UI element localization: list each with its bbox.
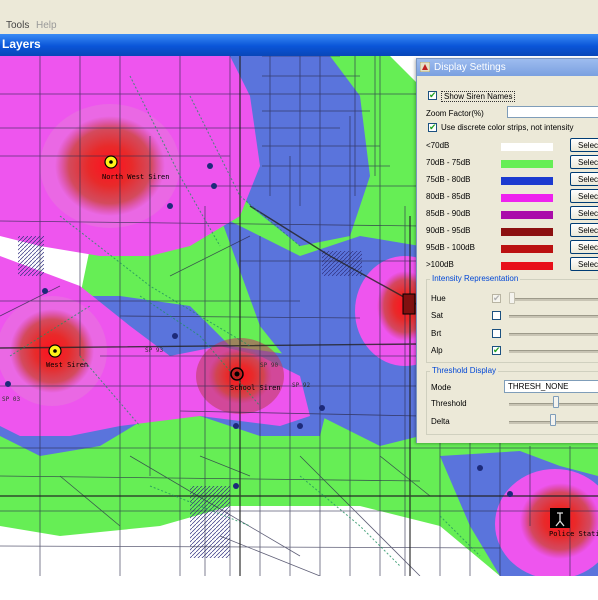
display-settings-dialog: Display Settings ✔ Show Siren Names Zoom… bbox=[416, 58, 598, 443]
hue-slider-thumb[interactable] bbox=[509, 292, 515, 304]
select-color-button[interactable]: Select bbox=[570, 240, 598, 254]
layers-window-titlebar: Layers bbox=[0, 34, 598, 56]
check-mark-icon: ✔ bbox=[429, 122, 437, 132]
strip-swatch-70-75 bbox=[501, 160, 553, 168]
siren-marker-west[interactable] bbox=[48, 344, 62, 358]
strip-label: >100dB bbox=[426, 260, 454, 269]
road-label: SP 90 bbox=[260, 362, 279, 369]
siren-label-police: Police Station bbox=[549, 530, 598, 538]
threshold-slider-thumb[interactable] bbox=[553, 396, 559, 408]
alp-checkbox[interactable]: ✔ bbox=[492, 345, 501, 355]
hue-label: Hue bbox=[431, 294, 446, 303]
road-label: SP 92 bbox=[292, 382, 311, 389]
siren-label-school: School Siren bbox=[230, 384, 281, 392]
select-color-button[interactable]: Select bbox=[570, 189, 598, 203]
menu-help[interactable]: Help bbox=[36, 20, 57, 31]
show-siren-names-checkbox[interactable]: ✔ bbox=[428, 90, 437, 100]
sat-label: Sat bbox=[431, 311, 444, 320]
select-color-button[interactable]: Select bbox=[570, 257, 598, 271]
delta-slider-thumb[interactable] bbox=[550, 414, 556, 426]
strip-swatch-75-80 bbox=[501, 177, 553, 185]
hue-checkbox[interactable]: ✔ bbox=[492, 293, 501, 303]
siren-label-north-west: North West Siren bbox=[102, 173, 170, 181]
strip-label: 90dB - 95dB bbox=[426, 226, 471, 235]
sat-slider-track[interactable] bbox=[509, 315, 598, 318]
strip-swatch-80-85 bbox=[501, 194, 553, 202]
mode-label: Mode bbox=[431, 383, 452, 392]
hue-slider-track[interactable] bbox=[509, 298, 598, 301]
threshold-group-title: Threshold Display bbox=[430, 366, 499, 375]
sat-checkbox[interactable] bbox=[492, 311, 501, 320]
zoom-factor-label: Zoom Factor(%) bbox=[426, 109, 484, 118]
road-label: SP 93 bbox=[145, 347, 164, 354]
discrete-strips-label: Use discrete color strips, not intensity bbox=[441, 123, 574, 132]
strip-swatch-85-90 bbox=[501, 211, 553, 219]
strip-label: 95dB - 100dB bbox=[426, 243, 475, 252]
road-label: SP 03 bbox=[2, 396, 21, 403]
select-color-button[interactable]: Select bbox=[570, 206, 598, 220]
threshold-label: Threshold bbox=[431, 399, 467, 408]
strip-swatch-95-100 bbox=[501, 245, 553, 253]
zoom-factor-input[interactable] bbox=[507, 106, 598, 118]
menu-bar: Tools Help bbox=[0, 0, 598, 34]
siren-marker-school[interactable] bbox=[230, 367, 244, 381]
strip-label: 70dB - 75dB bbox=[426, 158, 471, 167]
check-mark-icon: ✔ bbox=[493, 345, 501, 355]
alp-slider-track[interactable] bbox=[509, 350, 598, 353]
intensity-group-title: Intensity Representation bbox=[430, 274, 521, 283]
brt-label: Brt bbox=[431, 329, 442, 338]
select-color-button[interactable]: Select bbox=[570, 138, 598, 152]
strip-label: 85dB - 90dB bbox=[426, 209, 471, 218]
siren-label-west: West Siren bbox=[46, 361, 89, 369]
strip-label: 80dB - 85dB bbox=[426, 192, 471, 201]
strip-swatch-gt100 bbox=[501, 262, 553, 270]
check-mark-icon: ✔ bbox=[493, 293, 501, 303]
mode-select[interactable]: THRESH_NONE bbox=[504, 380, 598, 393]
select-color-button[interactable]: Select bbox=[570, 223, 598, 237]
dialog-title: Display Settings bbox=[434, 62, 506, 73]
strip-swatch-90-95 bbox=[501, 228, 553, 236]
strip-label: <70dB bbox=[426, 141, 450, 150]
discrete-strips-checkbox[interactable]: ✔ bbox=[428, 122, 437, 132]
settings-icon bbox=[420, 62, 430, 72]
siren-marker-police[interactable] bbox=[550, 508, 570, 528]
check-mark-icon: ✔ bbox=[429, 90, 437, 100]
select-color-button[interactable]: Select bbox=[570, 172, 598, 186]
select-color-button[interactable]: Select bbox=[570, 155, 598, 169]
alp-label: Alp bbox=[431, 346, 443, 355]
siren-marker-north-west[interactable] bbox=[104, 155, 118, 169]
show-siren-names-label: Show Siren Names bbox=[441, 91, 516, 102]
delta-label: Delta bbox=[431, 417, 450, 426]
brt-slider-track[interactable] bbox=[509, 333, 598, 336]
brt-checkbox[interactable] bbox=[492, 329, 501, 338]
menu-tools[interactable]: Tools bbox=[6, 20, 29, 31]
strip-label: 75dB - 80dB bbox=[426, 175, 471, 184]
strip-swatch-lt70 bbox=[501, 143, 553, 151]
window-title: Layers bbox=[2, 37, 41, 51]
siren-marker-east[interactable] bbox=[402, 293, 416, 315]
dialog-titlebar[interactable]: Display Settings bbox=[417, 59, 598, 76]
